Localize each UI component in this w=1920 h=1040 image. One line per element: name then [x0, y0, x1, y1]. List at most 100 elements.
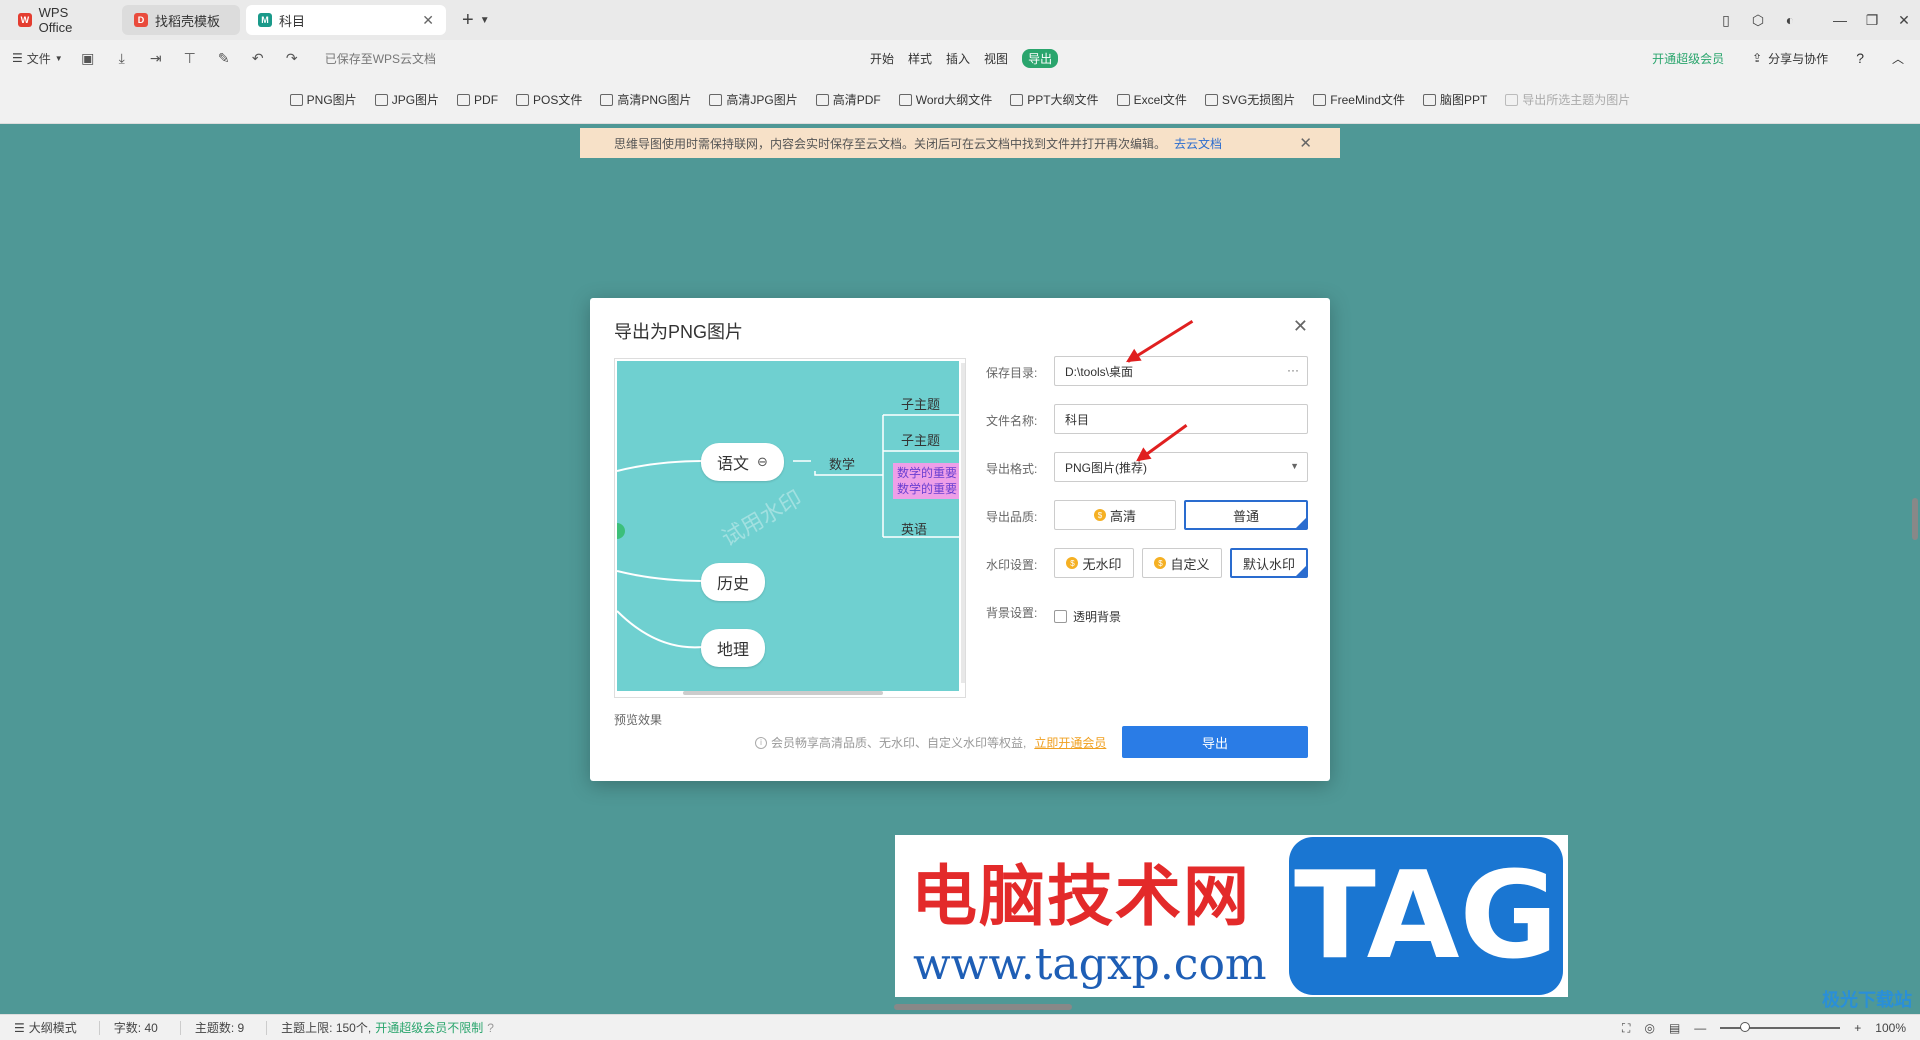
add-tab-icon[interactable]: + — [462, 9, 474, 32]
tab-wps-office[interactable]: W WPS Office — [6, 5, 116, 35]
layout-icon[interactable]: ▯ — [1710, 12, 1742, 29]
cube-icon[interactable]: ⬡ — [1742, 12, 1774, 29]
file-menu[interactable]: ☰ 文件 ▼ — [12, 50, 63, 67]
transparent-bg-checkbox[interactable]: 透明背景 — [1054, 608, 1121, 625]
preview-label: 预览效果 — [614, 713, 663, 727]
export-item-9[interactable]: XExcel文件 — [1116, 91, 1187, 108]
zoom-out-icon[interactable]: — — [1694, 1021, 1706, 1035]
pen-icon[interactable]: ✎ — [215, 49, 233, 67]
quality-normal-option[interactable]: 普通 — [1184, 500, 1308, 530]
file-type-icon: H — [600, 93, 614, 106]
browse-icon[interactable]: ··· — [1287, 363, 1299, 377]
save-dir-field[interactable]: D:\tools\桌面 ··· — [1054, 356, 1308, 386]
save-dir-label: 保存目录: — [986, 366, 1038, 380]
export-item-6[interactable]: H高清PDF — [815, 91, 881, 108]
no-watermark-option[interactable]: $ 无水印 — [1054, 548, 1134, 578]
tab-start[interactable]: 开始 — [870, 50, 894, 67]
file-type-icon: H — [815, 93, 829, 106]
fit-icon[interactable]: ⛶ — [1622, 1021, 1630, 1036]
locate-icon[interactable]: ◎ — [1644, 1021, 1654, 1035]
export-item-0[interactable]: PNGPNG图片 — [289, 91, 357, 108]
tab-style[interactable]: 样式 — [908, 50, 932, 67]
file-type-icon: F — [1313, 93, 1327, 106]
vip-link[interactable]: 开通超级会员 — [1652, 50, 1724, 67]
export-item-4[interactable]: H高清PNG图片 — [600, 91, 691, 108]
chevron-down-icon[interactable]: ▼ — [480, 15, 490, 26]
export-icon[interactable]: ⇥ — [147, 49, 165, 67]
chevron-down-icon: ▼ — [54, 53, 63, 63]
tab-label: 科目 — [279, 13, 306, 29]
export-item-5[interactable]: H高清JPG图片 — [709, 91, 798, 108]
tab-view[interactable]: 视图 — [984, 50, 1008, 67]
download-icon[interactable]: ⤓ — [113, 49, 131, 67]
link-icon: ⊖ — [757, 454, 768, 469]
export-item-11[interactable]: FFreeMind文件 — [1313, 91, 1405, 108]
redo-icon[interactable]: ↷ — [283, 49, 301, 67]
export-item-label: JPG图片 — [391, 93, 440, 107]
export-item-1[interactable]: JPGJPG图片 — [374, 91, 440, 108]
preview-panel: 语文 ⊖ 历史 地理 数学 子主题 子主题 数学的重要 数学的重要 英语 试用水… — [614, 358, 966, 698]
toolbar-right: 开通超级会员 ⇪ 分享与协作 ? ︿ — [1652, 40, 1904, 76]
tab-label: 找稻壳模板 — [155, 13, 221, 29]
file-type-icon: X — [1116, 93, 1130, 106]
export-item-2[interactable]: PPDF — [457, 93, 498, 107]
close-icon[interactable]: ✕ — [1293, 316, 1308, 337]
preview-scrollbar[interactable] — [683, 691, 883, 695]
export-item-label: PDF — [474, 92, 499, 107]
open-vip-link[interactable]: 立即开通会员 — [1034, 734, 1106, 751]
help-icon[interactable]: ? — [1856, 50, 1864, 66]
tab-insert[interactable]: 插入 — [946, 50, 970, 67]
undo-icon[interactable]: ↶ — [249, 49, 267, 67]
export-item-label: FreeMind文件 — [1330, 93, 1405, 107]
close-icon[interactable]: ✕ — [1299, 134, 1312, 152]
file-type-icon: POS — [516, 93, 530, 106]
export-item-10[interactable]: SSVG无损图片 — [1204, 91, 1295, 108]
file-type-icon: P — [457, 93, 471, 106]
vip-unlimited-link[interactable]: 开通超级会员不限制 — [375, 1019, 483, 1036]
outline-mode-button[interactable]: ☰ 大纲模式 — [14, 1019, 77, 1036]
avatar[interactable]: ◐ — [1774, 12, 1806, 28]
share-button[interactable]: ⇪ 分享与协作 — [1752, 50, 1828, 67]
preview-scrollbar-vertical[interactable] — [961, 363, 965, 683]
file-type-icon: S — [1204, 93, 1218, 106]
share-icon: ⇪ — [1752, 51, 1763, 65]
export-item-7[interactable]: WWord大纲文件 — [898, 91, 993, 108]
close-window-icon[interactable]: ✕ — [1888, 12, 1920, 29]
checkbox-box[interactable] — [1054, 610, 1067, 623]
export-item-8[interactable]: PPPT大纲文件 — [1010, 91, 1099, 108]
cloud-notice: 思维导图使用时需保持联网，内容会实时保存至云文档。关闭后可在云文档中找到文件并打… — [580, 128, 1340, 158]
file-name-label: 文件名称: — [986, 414, 1038, 428]
tab-export[interactable]: 导出 — [1022, 48, 1059, 68]
restore-icon[interactable]: ❐ — [1856, 12, 1888, 29]
map-icon[interactable]: ▤ — [1669, 1021, 1680, 1035]
export-item-label: PPT大纲文件 — [1027, 93, 1099, 107]
canvas-scrollbar-vertical[interactable] — [1912, 498, 1918, 540]
minimize-icon[interactable]: — — [1824, 12, 1856, 28]
export-item-label: Word大纲文件 — [915, 93, 993, 107]
save-status: 已保存至WPS云文档 — [324, 51, 437, 66]
zoom-slider[interactable] — [1720, 1022, 1841, 1032]
tab-subjects[interactable]: M 科目 ✕ — [246, 5, 446, 35]
file-type-icon: I — [1505, 93, 1519, 106]
quality-hd-option[interactable]: $ 高清 — [1054, 500, 1176, 530]
format-painter-icon[interactable]: ⊤ — [181, 49, 199, 67]
export-item-3[interactable]: POSPOS文件 — [516, 91, 582, 108]
cloud-doc-link[interactable]: 去云文档 — [1174, 135, 1222, 152]
watermark-label: 水印设置: — [986, 558, 1038, 572]
file-type-icon: JPG — [374, 93, 388, 106]
format-select[interactable]: PNG图片(推荐) ▼ — [1054, 452, 1308, 482]
zoom-in-icon[interactable]: + — [1854, 1021, 1861, 1035]
close-tab-icon[interactable]: ✕ — [422, 12, 434, 29]
vip-coin-icon: $ — [1066, 557, 1079, 569]
save-icon[interactable]: ▣ — [79, 49, 97, 67]
collapse-icon[interactable]: ︿ — [1892, 50, 1904, 67]
help-icon[interactable]: ? — [487, 1021, 494, 1035]
export-item-label: PNG图片 — [306, 93, 357, 107]
node-history: 历史 — [701, 563, 766, 601]
export-button[interactable]: 导出 — [1122, 726, 1308, 758]
custom-watermark-option[interactable]: $ 自定义 — [1142, 548, 1222, 578]
default-watermark-option[interactable]: 默认水印 — [1230, 548, 1308, 578]
canvas-scrollbar-horizontal[interactable] — [894, 1004, 1072, 1010]
export-item-12[interactable]: P脑图PPT — [1422, 91, 1487, 108]
tab-template[interactable]: D 找稻壳模板 — [122, 5, 240, 35]
